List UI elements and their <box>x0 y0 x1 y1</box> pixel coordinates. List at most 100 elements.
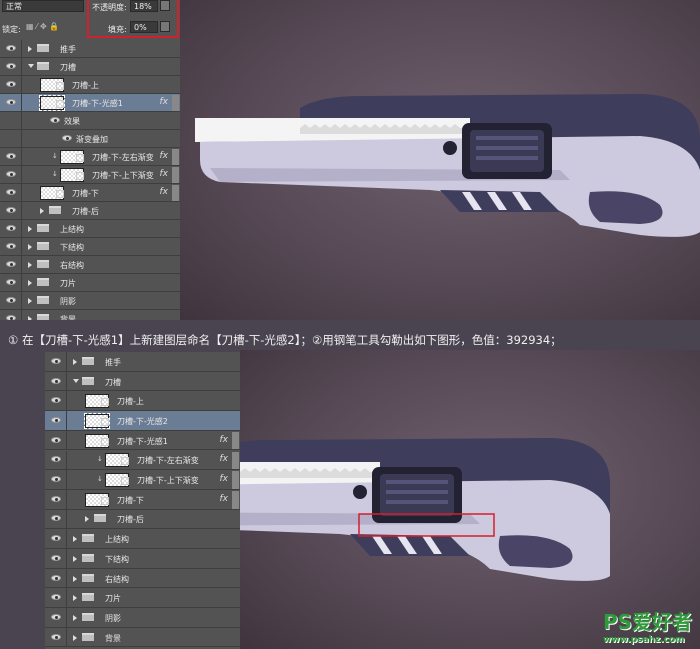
layer-row[interactable]: ↓ 刀槽-下-上下渐变 fx <box>0 166 180 184</box>
expand-arrow-icon[interactable] <box>28 262 32 268</box>
vector-mask-thumbnail[interactable] <box>56 82 64 90</box>
fx-icon[interactable]: fx <box>220 454 229 464</box>
eye-icon[interactable] <box>6 243 16 249</box>
layer-row[interactable]: 刀槽-上 <box>45 391 240 412</box>
layer-row[interactable]: 上结构 <box>0 220 180 238</box>
vector-mask-thumbnail[interactable] <box>56 190 64 198</box>
expand-arrow-icon[interactable] <box>73 575 77 582</box>
scroll-arrow[interactable] <box>172 149 179 165</box>
layer-row[interactable]: 刀槽-下-光感1 fx <box>45 430 240 451</box>
layer-row[interactable]: 刀槽-下-光感2 <box>45 411 240 431</box>
eye-icon[interactable] <box>6 45 16 51</box>
fx-icon[interactable]: fx <box>220 494 229 504</box>
eye-icon[interactable] <box>6 261 16 267</box>
fx-icon[interactable]: fx <box>160 187 169 197</box>
layer-row[interactable]: 推手 <box>45 352 240 372</box>
layer-row[interactable]: ↓ 刀槽-下-左右渐变 fx <box>0 148 180 166</box>
vector-mask-thumbnail[interactable] <box>101 417 109 426</box>
blend-mode-select[interactable]: 正常 <box>2 0 84 12</box>
eye-icon[interactable] <box>6 171 16 177</box>
eye-icon[interactable] <box>51 377 61 384</box>
fx-icon[interactable]: fx <box>160 97 169 107</box>
layer-row[interactable]: 下结构 <box>45 549 240 569</box>
layer-row[interactable]: 刀槽-下 fx <box>0 184 180 202</box>
fx-icon[interactable]: fx <box>160 151 169 161</box>
eye-icon[interactable] <box>6 189 16 195</box>
layer-row[interactable]: 刀槽 <box>45 371 240 392</box>
expand-arrow-icon[interactable] <box>73 358 77 365</box>
eye-icon[interactable] <box>51 574 61 581</box>
scroll-arrow[interactable] <box>232 431 239 450</box>
eye-icon[interactable] <box>6 81 16 87</box>
expand-arrow-icon[interactable] <box>73 555 77 562</box>
scroll-arrow[interactable] <box>172 167 179 183</box>
layer-row[interactable]: ↓ 刀槽-下-左右渐变 fx <box>45 450 240 471</box>
layer-row[interactable]: 刀槽 <box>0 58 180 76</box>
vector-mask-thumbnail[interactable] <box>76 172 84 180</box>
canvas-bottom[interactable]: PS爱好者 www.psahz.com <box>240 350 700 649</box>
vector-mask-thumbnail[interactable] <box>121 457 129 466</box>
layer-row[interactable]: 刀片 <box>0 274 180 292</box>
layer-row[interactable]: 效果 <box>0 112 180 130</box>
eye-icon[interactable] <box>6 279 16 285</box>
expand-arrow-icon[interactable] <box>73 634 77 641</box>
expand-arrow-icon[interactable] <box>73 595 77 602</box>
collapse-arrow-icon[interactable] <box>73 378 79 383</box>
vector-mask-thumbnail[interactable] <box>101 496 109 505</box>
layer-row[interactable]: 右结构 <box>0 256 180 274</box>
expand-arrow-icon[interactable] <box>28 244 32 250</box>
layer-row[interactable]: 刀槽-后 <box>45 509 240 530</box>
layer-row[interactable]: 背景 <box>45 627 240 648</box>
expand-arrow-icon[interactable] <box>73 614 77 621</box>
collapse-arrow-icon[interactable] <box>28 64 34 68</box>
layer-row[interactable]: 阴影 <box>45 608 240 628</box>
eye-icon[interactable] <box>6 153 16 159</box>
scroll-arrow[interactable] <box>232 451 239 470</box>
vector-mask-thumbnail[interactable] <box>101 437 109 446</box>
eye-icon[interactable] <box>6 63 16 69</box>
eye-icon[interactable] <box>6 225 16 231</box>
eye-icon[interactable] <box>62 135 72 141</box>
layer-row[interactable]: 刀槽-下 fx <box>45 489 240 510</box>
eye-icon[interactable] <box>51 436 61 443</box>
layer-row[interactable]: 刀槽-后 <box>0 202 180 220</box>
fx-icon[interactable]: fx <box>220 474 229 484</box>
expand-arrow-icon[interactable] <box>28 280 32 286</box>
canvas-top[interactable] <box>180 0 700 320</box>
layer-row[interactable]: 右结构 <box>45 568 240 589</box>
expand-arrow-icon[interactable] <box>73 536 77 543</box>
layer-row[interactable]: 渐变叠加 <box>0 130 180 148</box>
layer-row[interactable]: 刀槽-上 <box>0 76 180 94</box>
scroll-arrow[interactable] <box>172 185 179 201</box>
eye-icon[interactable] <box>6 297 16 303</box>
eye-icon[interactable] <box>51 633 61 640</box>
eye-icon[interactable] <box>51 476 61 483</box>
layer-row[interactable]: 上结构 <box>45 529 240 549</box>
fx-icon[interactable]: fx <box>220 435 229 445</box>
layer-row[interactable]: 刀片 <box>45 588 240 609</box>
vector-mask-thumbnail[interactable] <box>121 477 129 486</box>
vector-mask-thumbnail[interactable] <box>76 154 84 162</box>
vector-mask-thumbnail[interactable] <box>101 398 109 407</box>
layer-row[interactable]: 推手 <box>0 40 180 58</box>
layer-row[interactable]: 下结构 <box>0 238 180 256</box>
expand-arrow-icon[interactable] <box>28 298 32 304</box>
expand-arrow-icon[interactable] <box>85 516 89 523</box>
layer-row[interactable]: ↓ 刀槽-下-上下渐变 fx <box>45 470 240 490</box>
expand-arrow-icon[interactable] <box>28 226 32 232</box>
eye-icon[interactable] <box>50 117 60 123</box>
expand-arrow-icon[interactable] <box>28 46 32 52</box>
scroll-arrow[interactable] <box>232 471 239 489</box>
layer-row[interactable]: 刀槽-下-光感1 fx <box>0 94 180 112</box>
eye-icon[interactable] <box>6 207 16 213</box>
eye-icon[interactable] <box>51 416 61 423</box>
lock-icons[interactable]: ▦ ⁄ ✥ 🔒 <box>26 22 59 31</box>
eye-icon[interactable] <box>6 99 16 105</box>
expand-arrow-icon[interactable] <box>40 208 44 214</box>
layer-row[interactable]: 阴影 <box>0 292 180 310</box>
eye-icon[interactable] <box>51 495 61 502</box>
scroll-arrow[interactable] <box>172 95 179 111</box>
vector-mask-thumbnail[interactable] <box>56 100 64 108</box>
eye-icon[interactable] <box>51 554 61 561</box>
scroll-arrow[interactable] <box>232 490 239 509</box>
